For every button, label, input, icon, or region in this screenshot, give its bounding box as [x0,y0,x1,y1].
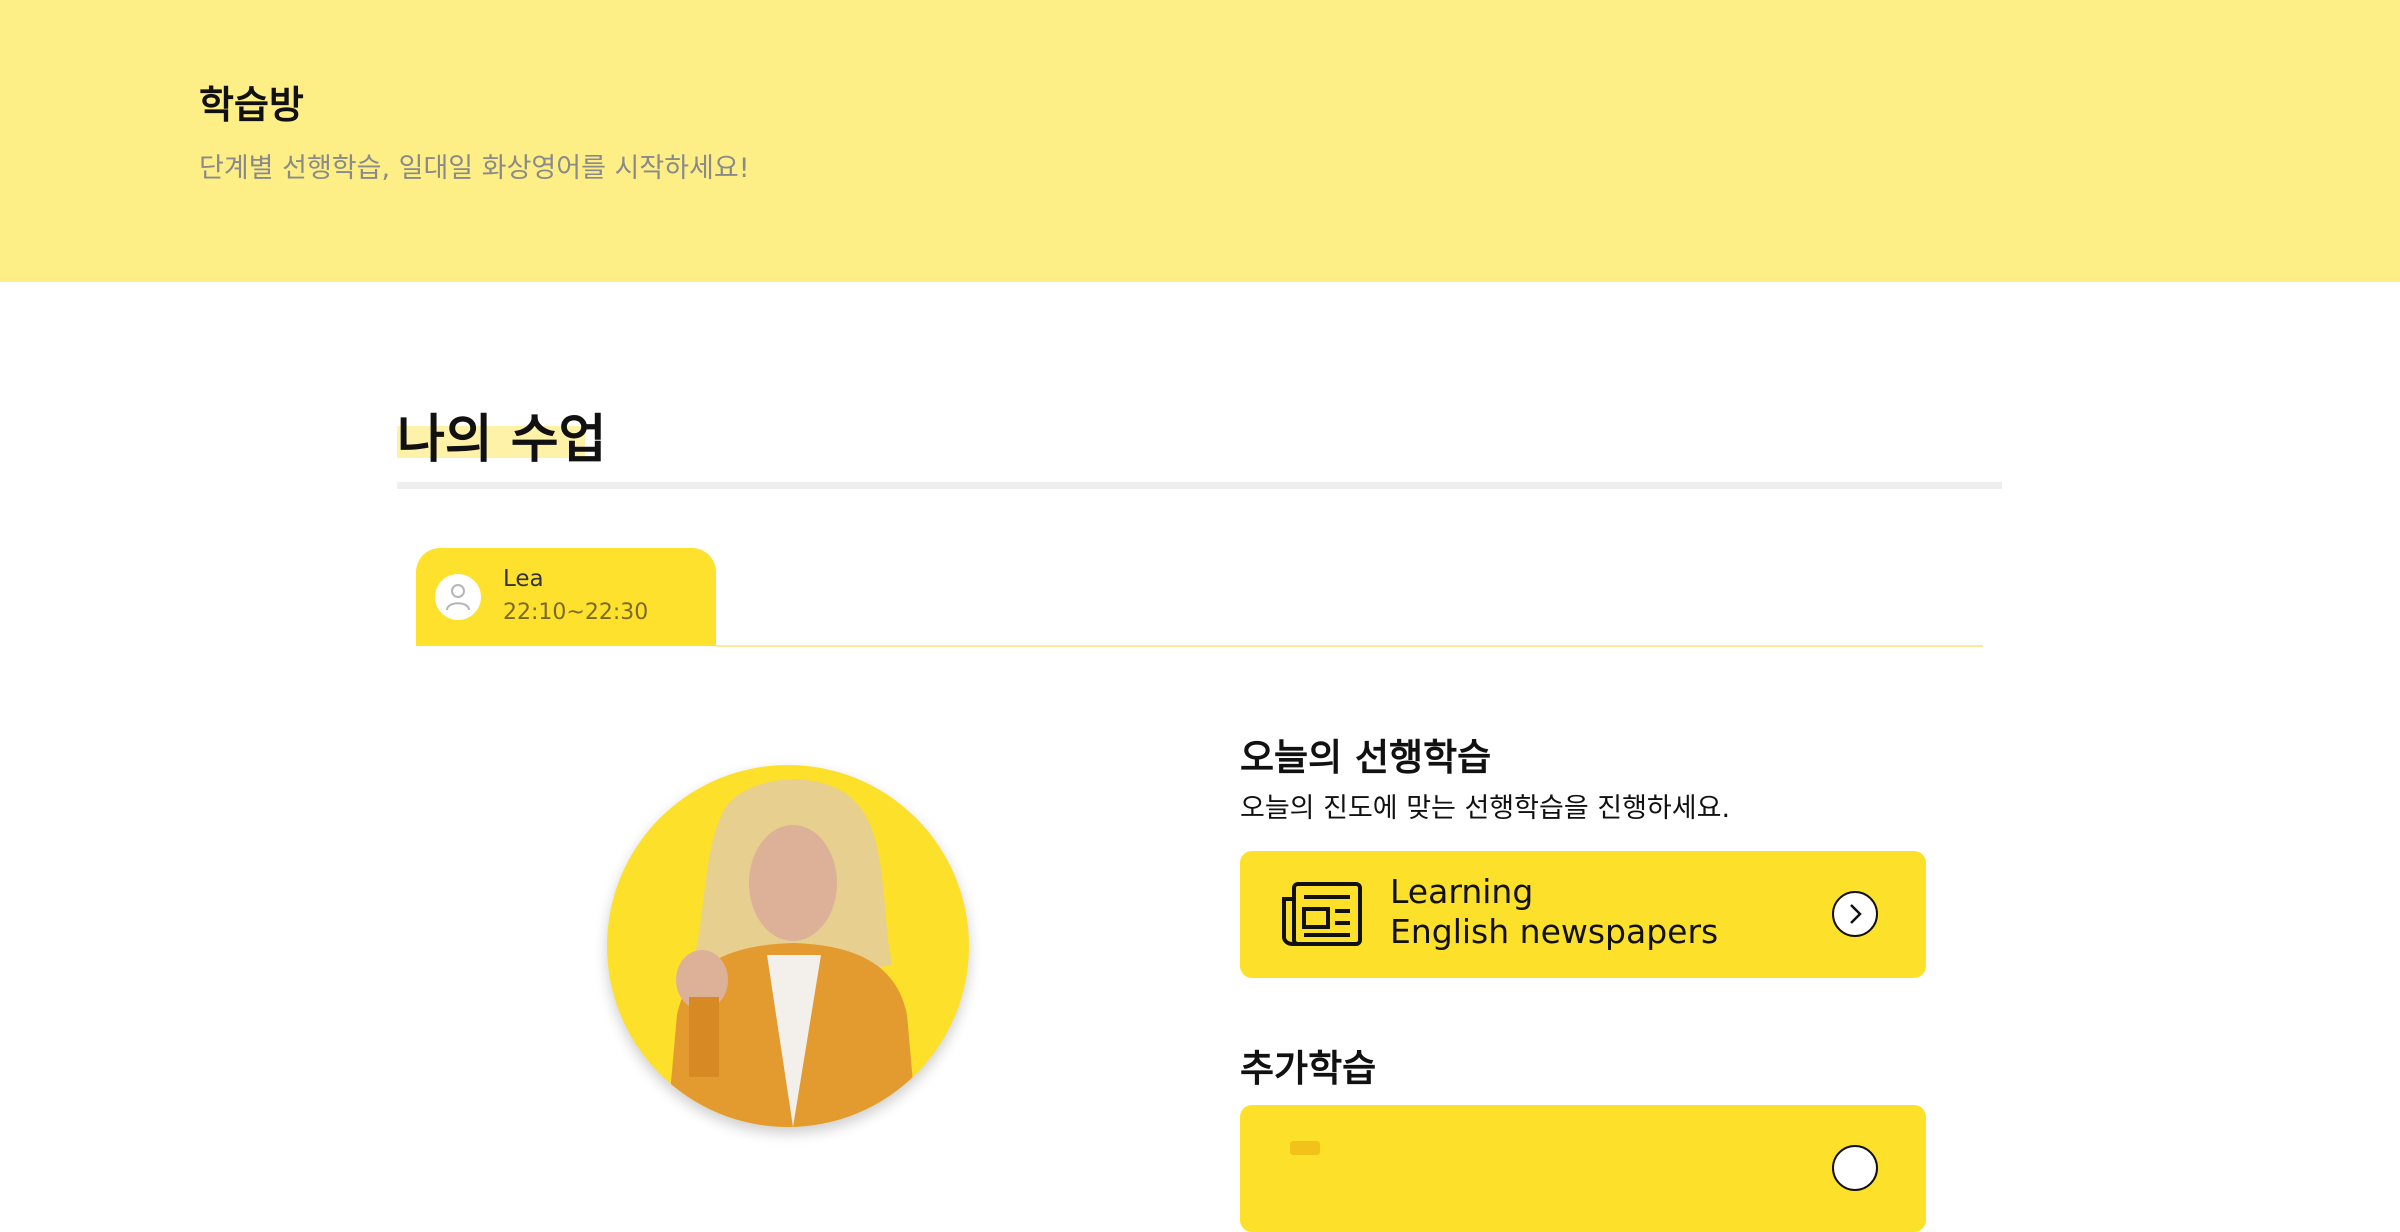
extra-study-title: 추가학습 [1240,1047,1377,1090]
card-label: Learning English newspapers [1390,872,1718,952]
card-label-line2: English newspapers [1390,912,1719,951]
user-icon [435,574,481,620]
section-title: 나의 수업 [397,410,607,470]
chevron-right-icon[interactable] [1832,1145,1878,1191]
page-title: 학습방 [199,83,304,127]
today-study-description: 오늘의 진도에 맞는 선행학습을 진행하세요. [1240,793,1731,824]
tab-underline [716,645,1983,647]
extra-card-icon [1290,1141,1320,1155]
hero-banner: 학습방 단계별 선행학습, 일대일 화상영어를 시작하세요! [0,0,2400,282]
today-study-title: 오늘의 선행학습 [1240,736,1492,779]
card-label-line1: Learning [1390,872,1534,911]
page-subtitle: 단계별 선행학습, 일대일 화상영어를 시작하세요! [199,153,750,184]
chevron-right-icon[interactable] [1832,891,1878,937]
newspaper-icon [1280,881,1364,951]
extra-study-card[interactable] [1240,1105,1926,1232]
newspaper-study-card[interactable]: Learning English newspapers [1240,851,1926,978]
teacher-name: Lea [503,566,544,592]
class-time: 22:10~22:30 [503,600,649,625]
teacher-photo [607,765,969,1127]
section-divider [397,482,2002,489]
